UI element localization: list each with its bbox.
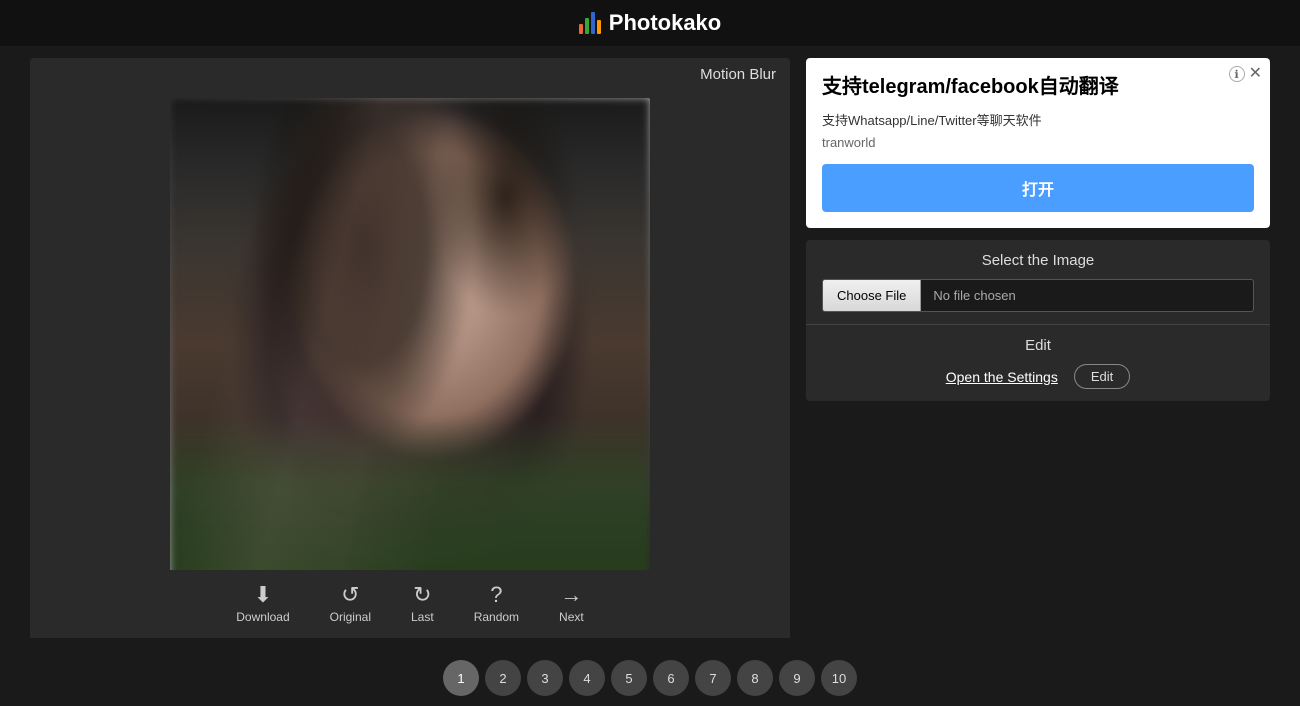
download-button[interactable]: ⬇ Download <box>216 578 309 630</box>
open-settings-button[interactable]: Open the Settings <box>946 369 1058 385</box>
page-btn-7[interactable]: 7 <box>695 660 731 696</box>
header: Photokako <box>0 0 1300 46</box>
page-btn-5[interactable]: 5 <box>611 660 647 696</box>
ad-subtitle: 支持Whatsapp/Line/Twitter等聊天软件 <box>822 110 1254 129</box>
ad-title: 支持telegram/facebook自动翻译 <box>822 74 1254 100</box>
next-icon: → <box>560 584 582 606</box>
download-icon: ⬇ <box>254 584 272 606</box>
page-btn-3[interactable]: 3 <box>527 660 563 696</box>
control-area: Select the Image Choose File No file cho… <box>806 240 1270 401</box>
next-button[interactable]: → Next <box>539 578 604 630</box>
select-image-section: Select the Image Choose File No file cho… <box>806 240 1270 325</box>
main-content: Motion Blur ⬇ Download ↺ Original ↻ <box>0 46 1300 650</box>
ad-close-area: ℹ ✕ <box>1229 66 1262 82</box>
page-btn-9[interactable]: 9 <box>779 660 815 696</box>
random-icon: ? <box>490 584 502 606</box>
original-icon: ↺ <box>341 584 359 606</box>
choose-file-button[interactable]: Choose File <box>823 280 921 311</box>
next-label: Next <box>559 610 584 624</box>
download-label: Download <box>236 610 289 624</box>
page-btn-6[interactable]: 6 <box>653 660 689 696</box>
blur-streak <box>170 98 650 588</box>
image-toolbar: ⬇ Download ↺ Original ↻ Last ? Random → … <box>30 570 790 638</box>
image-area <box>30 58 790 588</box>
ad-cta-button[interactable]: 打开 <box>822 164 1254 212</box>
logo: Photokako <box>579 10 721 36</box>
last-label: Last <box>411 610 434 624</box>
edit-row: Open the Settings Edit <box>822 364 1254 389</box>
ad-info-icon[interactable]: ℹ <box>1229 66 1245 82</box>
original-button[interactable]: ↺ Original <box>310 578 391 630</box>
ad-box: ℹ ✕ 支持telegram/facebook自动翻译 支持Whatsapp/L… <box>806 58 1270 228</box>
edit-title: Edit <box>822 337 1254 354</box>
original-label: Original <box>330 610 371 624</box>
random-button[interactable]: ? Random <box>454 578 539 630</box>
random-label: Random <box>474 610 519 624</box>
logo-bar-4 <box>597 20 601 34</box>
pagination-area: 12345678910 <box>0 650 1300 706</box>
ad-brand: tranworld <box>822 135 1254 150</box>
edit-button[interactable]: Edit <box>1074 364 1130 389</box>
page-btn-8[interactable]: 8 <box>737 660 773 696</box>
blurred-photo <box>170 98 650 588</box>
edit-section: Edit Open the Settings Edit <box>806 325 1270 401</box>
page-btn-4[interactable]: 4 <box>569 660 605 696</box>
last-button[interactable]: ↻ Last <box>391 578 454 630</box>
page-btn-10[interactable]: 10 <box>821 660 857 696</box>
page-btn-1[interactable]: 1 <box>443 660 479 696</box>
file-input-wrapper: Choose File No file chosen <box>822 279 1254 312</box>
left-panel: Motion Blur ⬇ Download ↺ Original ↻ <box>30 58 790 638</box>
right-panel: ℹ ✕ 支持telegram/facebook自动翻译 支持Whatsapp/L… <box>806 58 1270 638</box>
info-symbol: ℹ <box>1235 68 1239 81</box>
page-btn-2[interactable]: 2 <box>485 660 521 696</box>
close-icon: ✕ <box>1249 65 1262 82</box>
effect-title: Motion Blur <box>700 66 776 83</box>
select-image-title: Select the Image <box>822 252 1254 269</box>
ad-close-button[interactable]: ✕ <box>1249 66 1262 82</box>
logo-bar-1 <box>579 24 583 34</box>
file-name-display: No file chosen <box>921 280 1253 311</box>
site-title: Photokako <box>609 10 721 36</box>
logo-icon <box>579 12 601 34</box>
logo-bar-2 <box>585 18 589 34</box>
last-icon: ↻ <box>413 584 431 606</box>
photo-container <box>170 98 650 588</box>
logo-bar-3 <box>591 12 595 34</box>
